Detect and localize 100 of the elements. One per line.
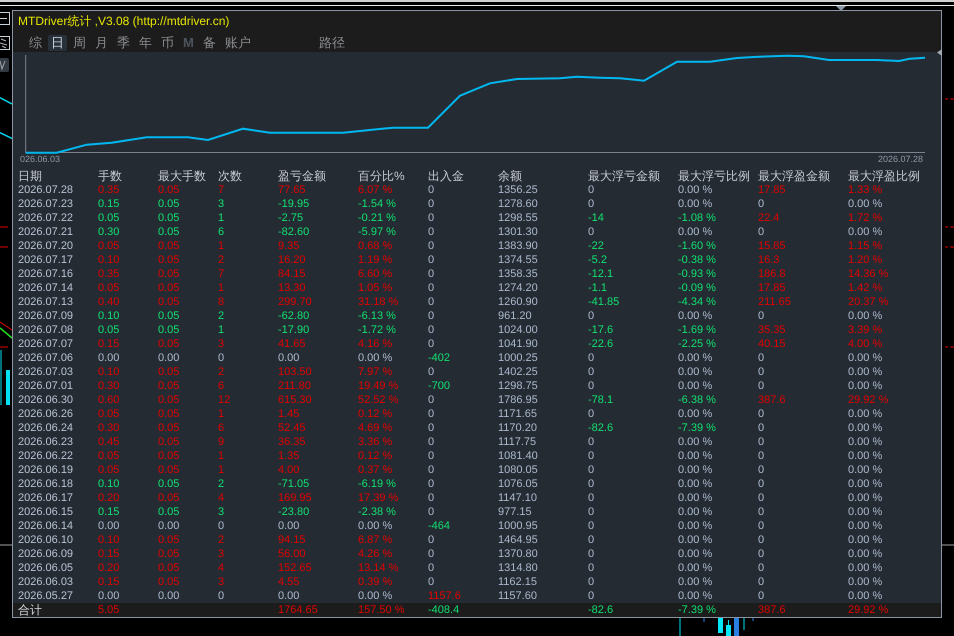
table-cell: 2 (218, 533, 224, 547)
table-cell: 0 (428, 295, 434, 309)
table-cell: -23.80 (278, 505, 310, 519)
table-cell: 0.05 (98, 463, 120, 477)
axis-label: 2026.07.28 (878, 154, 923, 164)
table-cell: -7.39 % (678, 603, 716, 617)
table-cell: 0.00 % (678, 561, 712, 575)
table-cell: 3 (218, 575, 224, 589)
tab[interactable]: 日 (48, 35, 67, 51)
table-cell: 0.05 (158, 323, 180, 337)
tab[interactable]: 综 (26, 35, 45, 51)
table-cell: -7.39 % (678, 421, 716, 435)
table-cell: 2 (218, 253, 224, 267)
table-cell: 0.37 % (358, 463, 392, 477)
table-cell: 7.97 % (358, 365, 392, 379)
table-cell: 0.05 (98, 407, 120, 421)
table-cell: 0 (758, 463, 764, 477)
table-cell: 1 (218, 449, 224, 463)
table-cell: 0.05 (158, 239, 180, 253)
table-cell: 0.00 % (358, 589, 392, 603)
table-cell: 6 (218, 225, 224, 239)
table-cell: 2026.07.09 (18, 309, 74, 323)
totals-label: 合计 (18, 603, 42, 617)
table-cell: 0 (758, 407, 764, 421)
table-cell: 1117.75 (498, 435, 536, 449)
table-cell: 0.00 % (678, 589, 712, 603)
table-cell: 1157.60 (498, 589, 537, 603)
table-cell: 2026.06.30 (18, 393, 74, 407)
column-header: 最大浮盈比例 (848, 169, 920, 183)
table-cell: 1 (218, 281, 224, 295)
table-cell: -2.25 % (678, 337, 716, 351)
table-cell: 1374.55 (498, 253, 538, 267)
table-cell: 4 (218, 561, 224, 575)
tab[interactable]: 季 (114, 35, 133, 51)
table-cell: 0 (428, 337, 434, 351)
table-cell: -41.85 (588, 295, 620, 309)
table-cell: 2026.06.26 (18, 407, 74, 421)
table-cell: 0 (428, 435, 434, 449)
table-cell: 0.05 (158, 337, 180, 351)
table-cell: 0.00 (278, 589, 300, 603)
table-cell: 13.14 % (358, 561, 398, 575)
table-cell: 1.35 (278, 449, 300, 463)
table-cell: 2026.06.10 (18, 533, 74, 547)
table-cell: 0 (428, 505, 434, 519)
table-cell: 1081.40 (498, 449, 538, 463)
table-cell: 0.05 (98, 323, 120, 337)
table-cell: 211.80 (278, 379, 311, 393)
table-cell: 1041.90 (498, 337, 538, 351)
table-cell: -1.08 % (678, 211, 716, 225)
table-cell: 0.00 % (848, 421, 882, 435)
table-cell: 0.39 % (358, 575, 392, 589)
tab[interactable]: 年 (136, 35, 155, 51)
table-cell: 4 (218, 491, 224, 505)
table-cell: 0 (428, 267, 434, 281)
table-cell: 1402.25 (498, 365, 538, 379)
tab[interactable]: 备 (200, 35, 219, 51)
table-cell: -4.34 % (678, 295, 716, 309)
tab[interactable]: 币 (158, 35, 177, 51)
table-cell: 20.37 % (848, 295, 888, 309)
table-cell: 615.30 (278, 393, 312, 407)
table-cell: -2.75 (278, 211, 304, 225)
table-cell: 0 (588, 351, 594, 365)
table-cell: 0.00 % (678, 407, 712, 421)
table-cell: 41.65 (278, 337, 306, 351)
table-cell: 0.15 (98, 337, 120, 351)
tab[interactable]: 月 (92, 35, 111, 51)
table-cell: 6.60 % (358, 267, 392, 281)
tab[interactable]: 账户 (222, 35, 254, 51)
table-cell: 2026.07.08 (18, 323, 74, 337)
table-cell: -22 (588, 239, 604, 253)
table-cell: 0 (428, 547, 434, 561)
table-cell: 0.00 (158, 351, 180, 365)
table-cell: 40.15 (758, 337, 786, 351)
table-cell: 1157.6 (428, 589, 461, 603)
table-cell: 2026.05.27 (18, 589, 74, 603)
table-cell: 0 (588, 365, 594, 379)
table-cell: 1147.10 (498, 491, 537, 505)
table-cell: 5.05 (98, 603, 120, 617)
table-cell: 31.18 % (358, 295, 398, 309)
table-cell: 0 (588, 449, 594, 463)
table-cell: 1464.95 (498, 533, 538, 547)
table-cell: 0 (428, 281, 434, 295)
table-cell: 0.00 % (848, 477, 882, 491)
table-cell: 0.05 (158, 575, 180, 589)
table-cell: 0.05 (158, 505, 180, 519)
table-cell: 0.00 % (678, 519, 712, 533)
table-cell: 0 (758, 491, 764, 505)
table-cell: 0 (428, 477, 434, 491)
tab[interactable]: 周 (70, 35, 89, 51)
table-cell: 0.05 (158, 379, 180, 393)
table-cell: 0.05 (158, 477, 180, 491)
table-cell: -1.1 (588, 281, 607, 295)
table-cell: 1.19 % (358, 253, 392, 267)
table-cell: 1.45 (278, 407, 300, 421)
table-cell: 1 (218, 239, 224, 253)
tab[interactable]: 路径 (316, 35, 348, 51)
table-cell: 1 (218, 463, 224, 477)
table-cell: -464 (428, 519, 450, 533)
table-cell: -1.72 % (358, 323, 396, 337)
table-cell: 2026.06.24 (18, 421, 74, 435)
